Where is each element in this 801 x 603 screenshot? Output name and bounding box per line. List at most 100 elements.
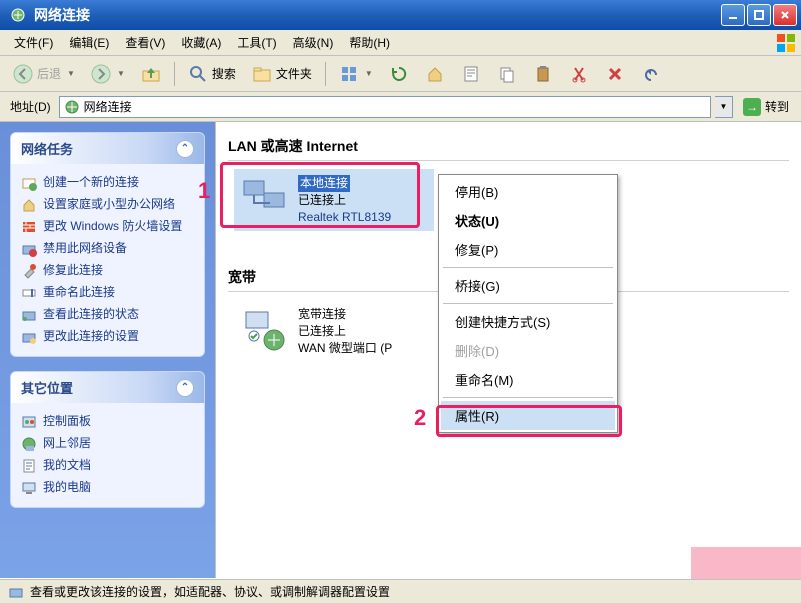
firewall-icon	[21, 219, 37, 235]
forward-button[interactable]: ▼	[84, 60, 132, 88]
repair-icon	[21, 263, 37, 279]
other-places-header[interactable]: 其它位置 ⌃	[11, 372, 204, 403]
maximize-button[interactable]	[747, 4, 771, 26]
annotation-label-1: 1	[198, 178, 210, 204]
properties-icon	[461, 64, 481, 84]
titlebar: 网络连接	[0, 0, 801, 30]
address-value: 网络连接	[84, 98, 132, 115]
task-home-network[interactable]: 设置家庭或小型办公网络	[21, 194, 194, 216]
paste-icon	[533, 64, 553, 84]
other-my-documents[interactable]: 我的文档	[21, 455, 194, 477]
network-places-icon	[21, 436, 37, 452]
delete-button[interactable]	[598, 60, 632, 88]
menu-help[interactable]: 帮助(H)	[341, 31, 398, 54]
views-button[interactable]: ▼	[332, 60, 380, 88]
menu-edit[interactable]: 编辑(E)	[61, 31, 117, 54]
copy-button[interactable]	[490, 60, 524, 88]
task-status[interactable]: 查看此连接的状态	[21, 304, 194, 326]
copy-icon	[497, 64, 517, 84]
disable-icon	[21, 241, 37, 257]
context-menu: 停用(B) 状态(U) 修复(P) 桥接(G) 创建快捷方式(S) 删除(D) …	[438, 174, 618, 433]
undo-icon	[641, 64, 661, 84]
menu-favorites[interactable]: 收藏(A)	[173, 31, 229, 54]
task-firewall[interactable]: 更改 Windows 防火墙设置	[21, 216, 194, 238]
menu-view[interactable]: 查看(V)	[117, 31, 173, 54]
connection-name: 宽带连接	[298, 306, 392, 323]
other-network-places[interactable]: 网上邻居	[21, 433, 194, 455]
task-disable[interactable]: 禁用此网络设备	[21, 238, 194, 260]
other-control-panel[interactable]: 控制面板	[21, 411, 194, 433]
window-title: 网络连接	[32, 5, 721, 25]
local-area-connection[interactable]: 本地连接 已连接上 Realtek RTL8139	[234, 169, 434, 231]
connection-status: 已连接上	[298, 323, 392, 340]
up-button[interactable]	[134, 60, 168, 88]
control-panel-icon	[21, 414, 37, 430]
lan-section-header: LAN 或高速 Internet	[228, 130, 789, 161]
address-label: 地址(D)	[6, 98, 55, 115]
cut-icon	[569, 64, 589, 84]
go-arrow-icon: →	[743, 98, 761, 116]
ctx-shortcut[interactable]: 创建快捷方式(S)	[441, 307, 615, 336]
content-pane: LAN 或高速 Internet 本地连接 已连接上 Realtek RTL81…	[215, 122, 801, 578]
home-network-icon	[21, 197, 37, 213]
collapse-icon: ⌃	[176, 140, 194, 158]
lan-connection-icon	[240, 175, 288, 223]
ctx-repair[interactable]: 修复(P)	[441, 235, 615, 264]
folders-button[interactable]: 文件夹	[245, 60, 319, 88]
back-button[interactable]: 后退 ▼	[6, 60, 82, 88]
ctx-properties[interactable]: 属性(R)	[441, 401, 615, 430]
task-rename[interactable]: 重命名此连接	[21, 282, 194, 304]
broadband-connection[interactable]: 宽带连接 已连接上 WAN 微型端口 (P	[234, 300, 434, 362]
home-icon	[425, 64, 445, 84]
status-icon	[8, 584, 24, 600]
connection-status: 已连接上	[298, 192, 391, 209]
address-field[interactable]: 网络连接	[59, 96, 711, 118]
menu-file[interactable]: 文件(F)	[6, 31, 61, 54]
collapse-icon: ⌃	[176, 379, 194, 397]
windows-logo-icon	[775, 32, 797, 54]
computer-icon	[21, 480, 37, 496]
new-connection-icon	[21, 175, 37, 191]
task-create-connection[interactable]: 创建一个新的连接	[21, 172, 194, 194]
ctx-status[interactable]: 状态(U)	[441, 206, 615, 235]
forward-icon	[91, 64, 111, 84]
ctx-rename[interactable]: 重命名(M)	[441, 365, 615, 394]
menu-tools[interactable]: 工具(T)	[229, 31, 284, 54]
cut-button[interactable]	[562, 60, 596, 88]
annotation-label-2: 2	[414, 405, 426, 431]
other-places-panel: 其它位置 ⌃ 控制面板 网上邻居 我的文档 我的电脑	[10, 371, 205, 508]
ctx-disable[interactable]: 停用(B)	[441, 177, 615, 206]
back-icon	[13, 64, 33, 84]
rename-icon	[21, 285, 37, 301]
paste-button[interactable]	[526, 60, 560, 88]
ctx-delete: 删除(D)	[441, 336, 615, 365]
ctx-bridge[interactable]: 桥接(G)	[441, 271, 615, 300]
home-button[interactable]	[418, 60, 452, 88]
connection-name: 本地连接	[298, 175, 350, 192]
toolbar: 后退 ▼ ▼ 搜索 文件夹 ▼	[0, 56, 801, 92]
minimize-button[interactable]	[721, 4, 745, 26]
address-dropdown[interactable]: ▼	[715, 96, 733, 118]
task-settings[interactable]: 更改此连接的设置	[21, 326, 194, 348]
menubar: 文件(F) 编辑(E) 查看(V) 收藏(A) 工具(T) 高级(N) 帮助(H…	[0, 30, 801, 56]
network-tasks-header[interactable]: 网络任务 ⌃	[11, 133, 204, 164]
dropdown-icon: ▼	[67, 69, 75, 78]
network-tasks-panel: 网络任务 ⌃ 创建一个新的连接 设置家庭或小型办公网络 更改 Windows 防…	[10, 132, 205, 357]
status-icon	[21, 307, 37, 323]
undo-button[interactable]	[634, 60, 668, 88]
settings-icon	[21, 329, 37, 345]
search-button[interactable]: 搜索	[181, 60, 243, 88]
task-repair[interactable]: 修复此连接	[21, 260, 194, 282]
menu-advanced[interactable]: 高级(N)	[285, 31, 342, 54]
other-my-computer[interactable]: 我的电脑	[21, 477, 194, 499]
app-icon	[10, 7, 26, 23]
delete-icon	[605, 64, 625, 84]
properties-button[interactable]	[454, 60, 488, 88]
connection-device: Realtek RTL8139	[298, 209, 391, 226]
close-button[interactable]	[773, 4, 797, 26]
go-button[interactable]: → 转到	[737, 96, 795, 118]
refresh-icon	[389, 64, 409, 84]
network-icon	[64, 99, 80, 115]
refresh-button[interactable]	[382, 60, 416, 88]
views-icon	[339, 64, 359, 84]
